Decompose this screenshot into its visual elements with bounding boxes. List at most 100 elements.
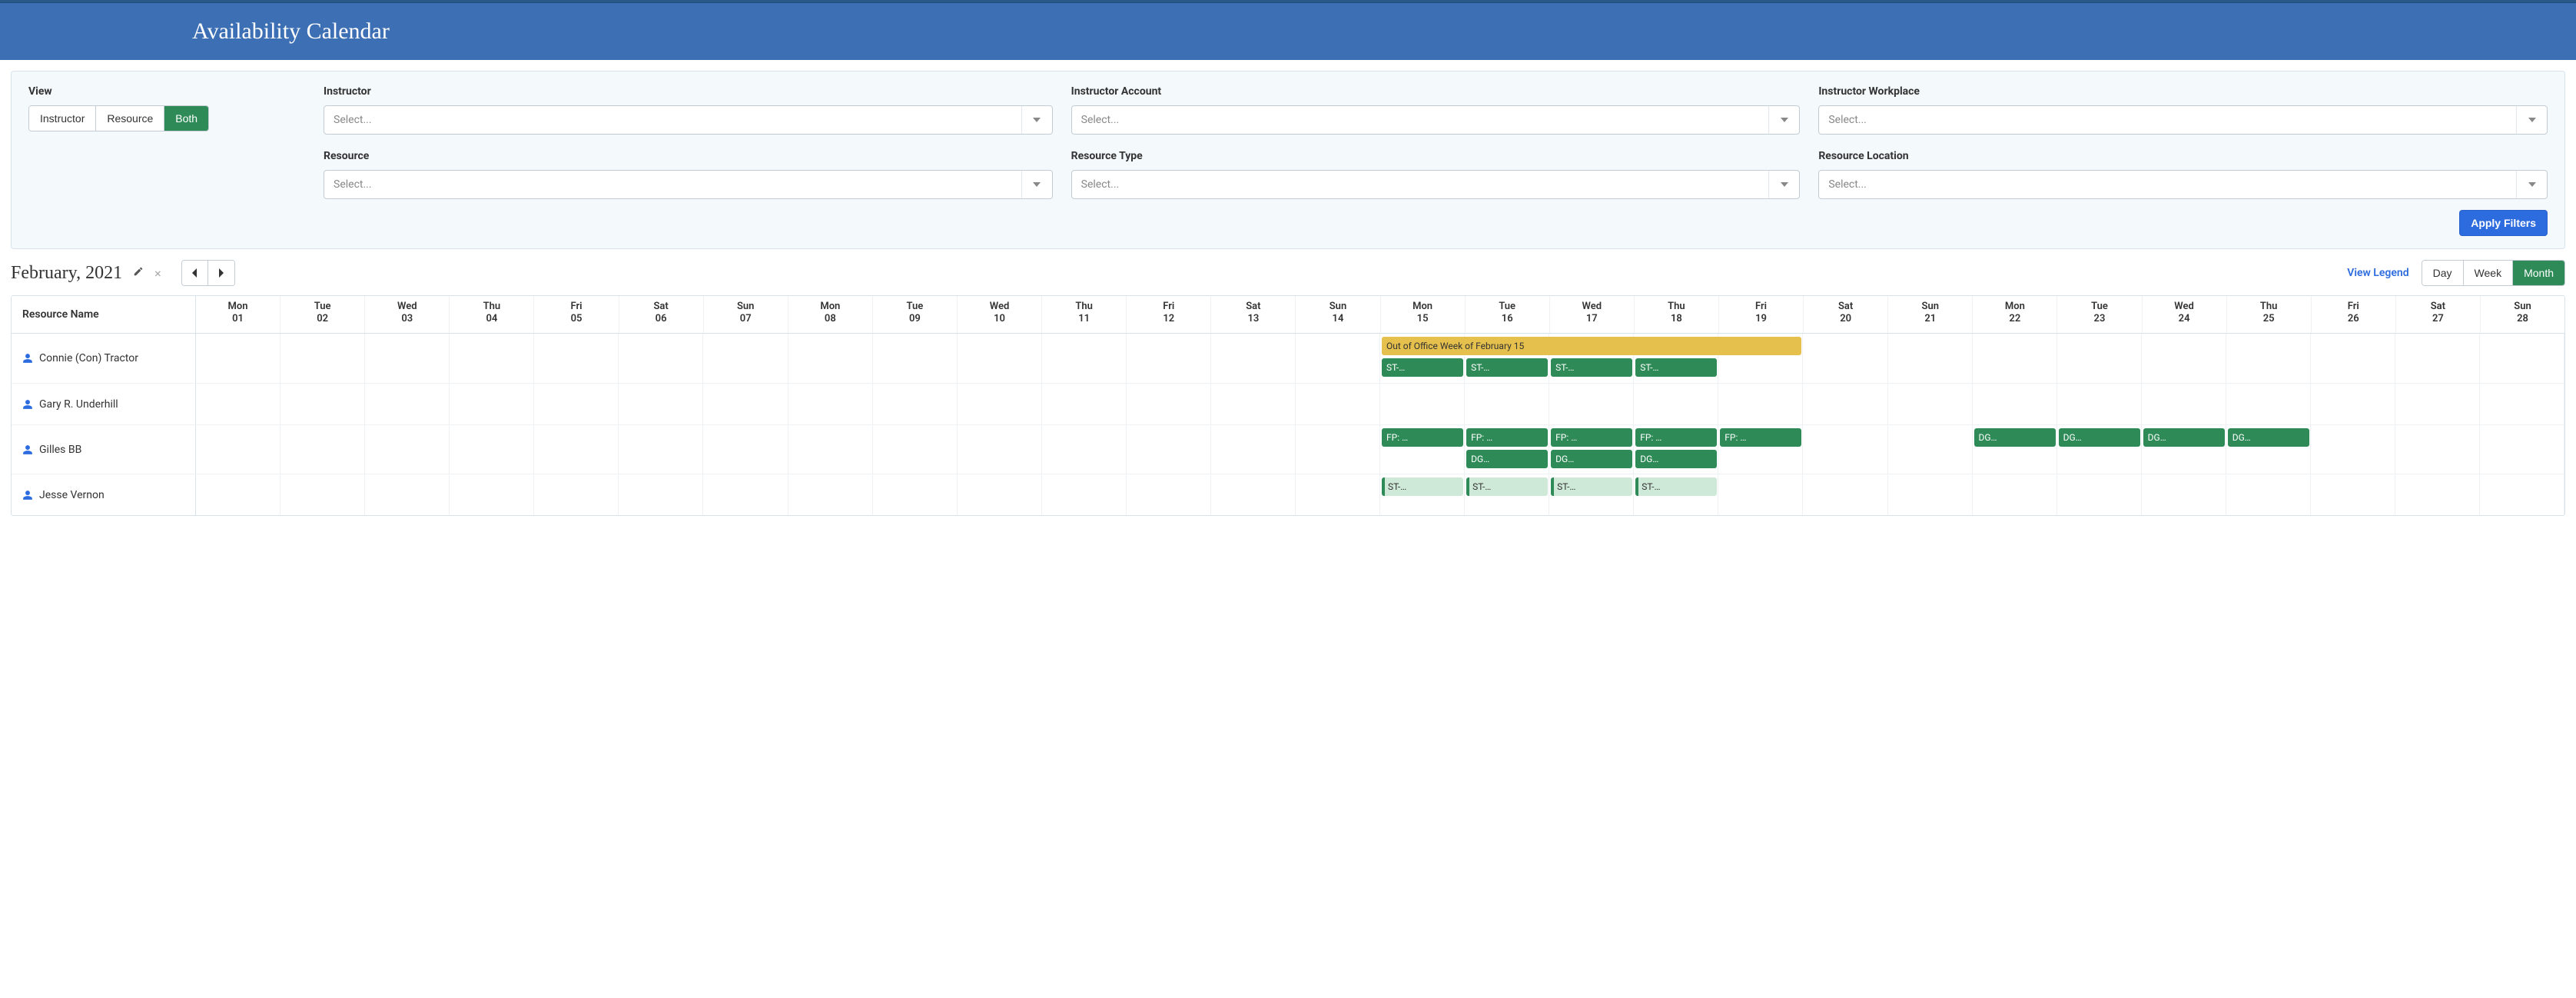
view-label: View (28, 85, 305, 98)
calendar-event[interactable]: ST-… (1466, 477, 1548, 496)
day-header: Sun28 (2481, 296, 2564, 333)
resource-cell[interactable]: Gilles BB (12, 425, 196, 474)
view-legend-link[interactable]: View Legend (2347, 267, 2408, 279)
filter-select-resource-type[interactable]: Select... (1071, 170, 1801, 199)
calendar-event[interactable]: FP: … (1466, 428, 1548, 447)
calendar-event[interactable]: DG… (1635, 450, 1717, 468)
range-option-day[interactable]: Day (2422, 261, 2464, 285)
resource-row: Gary R. Underhill (12, 383, 2564, 424)
range-option-week[interactable]: Week (2464, 261, 2514, 285)
resource-name: Connie (Con) Tractor (39, 352, 138, 364)
calendar-event[interactable]: ST-… (1551, 477, 1632, 496)
resource-name: Jesse Vernon (39, 489, 105, 501)
person-icon (22, 444, 33, 455)
filter-panel: View InstructorResourceBoth Instructor Se… (11, 71, 2565, 249)
resource-row: Jesse VernonST-…ST-…ST-…ST-… (12, 474, 2564, 515)
person-icon (22, 399, 33, 410)
day-header: Wed03 (365, 296, 450, 333)
view-option-both[interactable]: Both (164, 106, 208, 131)
day-header: Fri19 (1719, 296, 1804, 333)
day-header: Sat20 (1804, 296, 1888, 333)
filter-select-instructor-workplace[interactable]: Select... (1818, 105, 2548, 135)
calendar-event[interactable]: FP: … (1382, 428, 1463, 447)
day-header: Wed24 (2143, 296, 2227, 333)
calendar-header-row: Resource Name Mon01Tue02Wed03Thu04Fri05S… (12, 296, 2564, 334)
chevron-down-icon (2516, 106, 2547, 134)
filter-select-instructor[interactable]: Select... (324, 105, 1053, 135)
resource-cell[interactable]: Connie (Con) Tractor (12, 334, 196, 383)
events-layer (196, 384, 2564, 424)
calendar-event[interactable]: DG… (2143, 428, 2225, 447)
range-segmented-control: DayWeekMonth (2422, 260, 2565, 286)
events-layer: ST-…ST-…ST-…ST-… (196, 474, 2564, 515)
apply-filters-button[interactable]: Apply Filters (2459, 210, 2548, 236)
filter-select-instructor-account[interactable]: Select... (1071, 105, 1801, 135)
calendar-event[interactable]: ST-… (1382, 477, 1463, 496)
days-body: Out of Office Week of February 15ST-…ST-… (196, 334, 2564, 383)
view-option-instructor[interactable]: Instructor (29, 106, 96, 131)
days-header: Mon01Tue02Wed03Thu04Fri05Sat06Sun07Mon08… (196, 296, 2564, 333)
resource-name: Gilles BB (39, 444, 81, 456)
chevron-down-icon (1768, 171, 1799, 198)
day-header: Sat13 (1211, 296, 1296, 333)
calendar-event[interactable]: DG… (1551, 450, 1632, 468)
select-placeholder: Select... (334, 114, 372, 126)
range-option-month[interactable]: Month (2513, 261, 2564, 285)
calendar-event[interactable]: ST-… (1635, 477, 1717, 496)
calendar-event[interactable]: DG… (2228, 428, 2309, 447)
filter-label: Resource Type (1071, 150, 1801, 162)
next-month-button[interactable] (208, 261, 234, 285)
day-header: Mon08 (788, 296, 873, 333)
calendar-event[interactable]: ST-… (1635, 358, 1717, 377)
day-header: Thu04 (450, 296, 534, 333)
calendar-event[interactable]: ST-… (1551, 358, 1632, 377)
day-header: Fri26 (2312, 296, 2396, 333)
filter-select-resource-location[interactable]: Select... (1818, 170, 2548, 199)
chevron-down-icon (1021, 106, 1052, 134)
day-header: Sun21 (1888, 296, 1973, 333)
pencil-icon[interactable] (133, 266, 144, 280)
calendar-event[interactable]: FP: … (1635, 428, 1717, 447)
calendar-event[interactable]: DG… (1466, 450, 1548, 468)
resource-row: Connie (Con) Tractor Out of Office Week o… (12, 334, 2564, 383)
calendar-event[interactable]: ST-… (1382, 358, 1463, 377)
calendar-event[interactable]: Out of Office Week of February 15 (1382, 337, 1801, 355)
filter-label: Instructor Account (1071, 85, 1801, 98)
days-body (196, 384, 2564, 424)
person-icon (22, 490, 33, 501)
filter-select-resource[interactable]: Select... (324, 170, 1053, 199)
day-header: Thu11 (1042, 296, 1127, 333)
day-header: Sun07 (704, 296, 788, 333)
filter-label: Resource (324, 150, 1053, 162)
select-placeholder: Select... (1828, 178, 1867, 191)
day-header: Wed17 (1550, 296, 1635, 333)
chevron-down-icon (1768, 106, 1799, 134)
calendar-event[interactable]: DG… (1974, 428, 2056, 447)
select-placeholder: Select... (1081, 178, 1120, 191)
chevron-down-icon (2516, 171, 2547, 198)
day-header: Mon15 (1381, 296, 1466, 333)
calendar-event[interactable]: DG… (2059, 428, 2140, 447)
resource-cell[interactable]: Jesse Vernon (12, 474, 196, 515)
select-placeholder: Select... (334, 178, 372, 191)
resource-cell[interactable]: Gary R. Underhill (12, 384, 196, 424)
calendar-event[interactable]: FP: … (1551, 428, 1632, 447)
calendar-event[interactable]: FP: … (1720, 428, 1801, 447)
resource-row: Gilles BBFP: …FP: …FP: …FP: …FP: …DG…DG…… (12, 424, 2564, 474)
day-header: Tue23 (2057, 296, 2142, 333)
close-icon[interactable]: × (154, 266, 161, 281)
page-header: Availability Calendar (0, 3, 2576, 60)
select-placeholder: Select... (1081, 114, 1120, 126)
calendar-event[interactable]: ST-… (1466, 358, 1548, 377)
day-header: Sun14 (1296, 296, 1380, 333)
prev-month-button[interactable] (182, 261, 208, 285)
day-header: Sat06 (619, 296, 704, 333)
view-segmented-control: InstructorResourceBoth (28, 105, 209, 131)
resource-name: Gary R. Underhill (39, 398, 118, 411)
resource-name-header: Resource Name (12, 296, 195, 333)
day-header: Mon01 (196, 296, 281, 333)
day-header: Wed10 (958, 296, 1042, 333)
events-layer: Out of Office Week of February 15ST-…ST-… (196, 334, 2564, 383)
day-header: Tue02 (281, 296, 365, 333)
view-option-resource[interactable]: Resource (96, 106, 164, 131)
